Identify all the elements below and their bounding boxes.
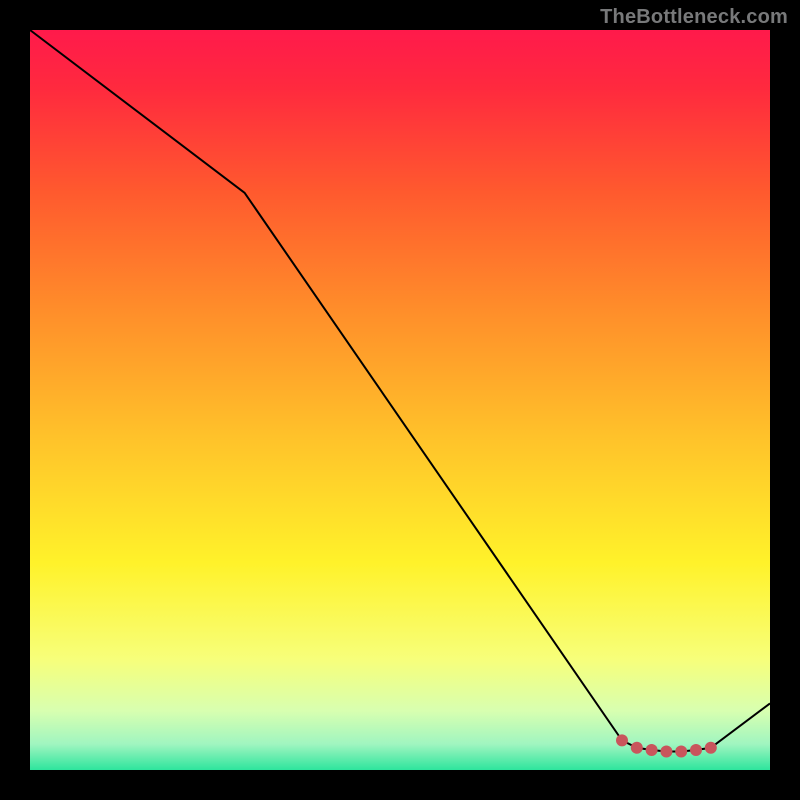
highlight-marker — [616, 734, 628, 746]
plot-background — [30, 30, 770, 770]
highlight-marker — [646, 744, 658, 756]
bottleneck-chart — [0, 0, 800, 800]
highlight-marker — [705, 742, 717, 754]
chart-container: TheBottleneck.com — [0, 0, 800, 800]
highlight-marker — [660, 746, 672, 758]
highlight-marker — [690, 744, 702, 756]
highlight-marker — [675, 746, 687, 758]
highlight-marker — [631, 742, 643, 754]
watermark-label: TheBottleneck.com — [600, 6, 788, 29]
